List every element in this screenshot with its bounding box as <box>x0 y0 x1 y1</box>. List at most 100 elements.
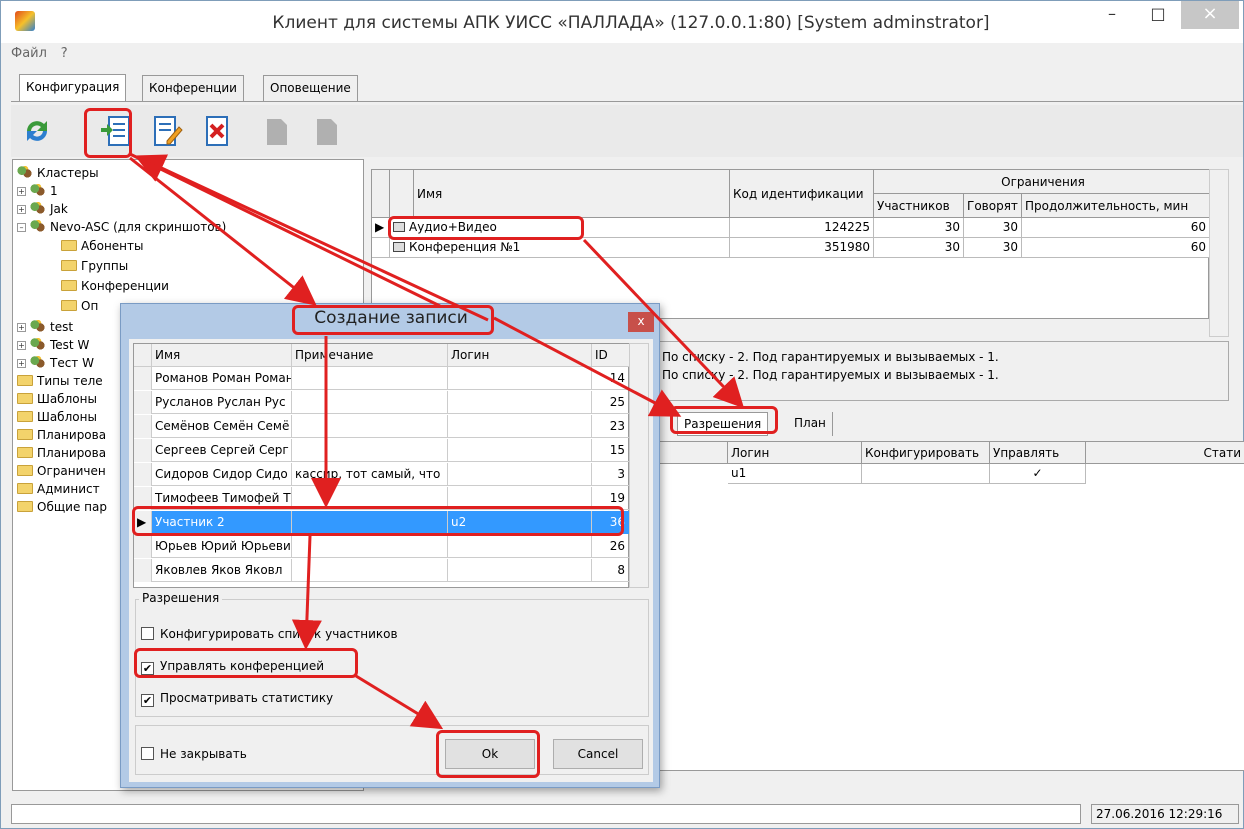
tree-item[interactable]: Планирова <box>17 444 106 462</box>
user-name-cell[interactable]: Яковлев Яков Яковл <box>152 559 292 582</box>
perm-login-cell[interactable]: u1 <box>728 464 862 484</box>
dialog-close-button[interactable]: x <box>628 312 654 332</box>
checkbox-box[interactable] <box>141 627 154 640</box>
user-row[interactable]: Юрьев Юрий Юрьеви 26 <box>134 535 630 558</box>
tree-item[interactable]: Шаблоны <box>17 390 97 408</box>
col-speakers-header[interactable]: Говорят <box>964 194 1022 218</box>
col-stats-header[interactable]: Стати <box>1086 442 1244 464</box>
vertical-scrollbar[interactable] <box>629 343 649 588</box>
expand-icon[interactable]: + <box>17 359 26 368</box>
conf-duration-cell[interactable]: 60 <box>1022 218 1210 238</box>
user-login-cell[interactable] <box>448 367 592 390</box>
col-login-header[interactable]: Логин <box>728 442 862 464</box>
user-row[interactable]: Яковлев Яков Яковл 8 <box>134 559 630 582</box>
conf-participants-cell[interactable]: 30 <box>874 218 964 238</box>
tree-item[interactable]: Общие пар <box>17 498 107 516</box>
user-login-cell[interactable] <box>448 559 592 582</box>
tree-item[interactable]: Шаблоны <box>17 408 97 426</box>
user-name-cell[interactable]: Сергеев Сергей Серг <box>152 439 292 462</box>
user-row[interactable]: Романов Роман Роман 14 <box>134 367 630 390</box>
user-row[interactable]: Сергеев Сергей Серг 15 <box>134 439 630 462</box>
conf-code-cell[interactable]: 124225 <box>730 218 874 238</box>
user-id-cell[interactable]: 3 <box>592 463 630 486</box>
tree-item-clusters[interactable]: Кластеры <box>17 164 99 182</box>
tree-item[interactable]: + Test W <box>17 336 89 354</box>
conf-name-cell[interactable]: Конференция №1 <box>390 238 730 258</box>
col-code-header[interactable]: Код идентификации <box>730 170 874 218</box>
minimize-button[interactable]: – <box>1089 1 1135 29</box>
col-configure-header[interactable]: Конфигурировать <box>862 442 990 464</box>
col-name-header[interactable]: Имя <box>152 344 292 367</box>
conf-code-cell[interactable]: 351980 <box>730 238 874 258</box>
tree-item[interactable]: Типы теле <box>17 372 103 390</box>
perm-manage-cell[interactable]: ✓ <box>990 464 1086 484</box>
tree-item[interactable]: Админист <box>17 480 100 498</box>
user-id-cell[interactable]: 14 <box>592 367 630 390</box>
user-id-cell[interactable]: 23 <box>592 415 630 438</box>
conf-speakers-cell[interactable]: 30 <box>964 238 1022 258</box>
checkbox-keep-open[interactable]: Не закрывать <box>141 747 247 761</box>
user-name-cell[interactable]: Русланов Руслан Рус <box>152 391 292 414</box>
tree-item[interactable]: + Jak <box>17 200 68 218</box>
user-name-cell[interactable]: Юрьев Юрий Юрьеви <box>152 535 292 558</box>
checkbox-box[interactable]: ✔ <box>141 694 154 707</box>
user-name-cell[interactable]: Романов Роман Роман <box>152 367 292 390</box>
col-id-header[interactable]: ID <box>592 344 630 367</box>
menu-file[interactable]: Файл <box>11 46 47 61</box>
col-manage-header[interactable]: Управлять <box>990 442 1086 464</box>
col-participants-header[interactable]: Участников <box>874 194 964 218</box>
tab-plan[interactable]: План <box>788 412 833 436</box>
tab-conferences[interactable]: Конференции <box>142 75 244 101</box>
user-note-cell[interactable] <box>292 415 448 438</box>
expand-icon[interactable]: + <box>17 187 26 196</box>
user-login-cell[interactable] <box>448 463 592 486</box>
user-note-cell[interactable] <box>292 391 448 414</box>
tab-configuration[interactable]: Конфигурация <box>19 74 127 102</box>
tree-item[interactable]: Конференции <box>61 277 169 295</box>
conf-participants-cell[interactable]: 30 <box>874 238 964 258</box>
col-name-header[interactable]: Имя <box>414 170 730 218</box>
menu-help[interactable]: ? <box>61 46 68 61</box>
expand-icon[interactable]: + <box>17 205 26 214</box>
delete-record-button[interactable] <box>199 113 235 149</box>
tab-notification[interactable]: Оповещение <box>263 75 358 101</box>
tree-item[interactable]: – Nevo-ASC (для скриншотов) <box>17 218 226 236</box>
user-row[interactable]: Русланов Руслан Рус 25 <box>134 391 630 414</box>
tree-item[interactable]: Ограничен <box>17 462 106 480</box>
checkbox-box[interactable] <box>141 747 154 760</box>
refresh-button[interactable] <box>19 113 55 149</box>
user-name-cell[interactable]: Сидоров Сидор Сидо <box>152 463 292 486</box>
col-note-header[interactable]: Примечание <box>292 344 448 367</box>
checkbox-configure-participants[interactable]: Конфигурировать список участников <box>141 627 398 641</box>
tree-item[interactable]: Группы <box>61 257 128 275</box>
edit-record-button[interactable] <box>149 113 185 149</box>
user-login-cell[interactable] <box>448 391 592 414</box>
tree-item[interactable]: + test <box>17 318 73 336</box>
vertical-scrollbar[interactable] <box>1209 169 1229 337</box>
tree-item[interactable]: + Тест W <box>17 354 94 372</box>
checkbox-view-statistics[interactable]: ✔ Просматривать статистику <box>141 691 333 707</box>
conf-duration-cell[interactable]: 60 <box>1022 238 1210 258</box>
expand-icon[interactable]: + <box>17 323 26 332</box>
user-row[interactable]: Сидоров Сидор Сидо кассир, тот самый, что… <box>134 463 630 486</box>
perm-configure-cell[interactable] <box>862 464 990 484</box>
conf-speakers-cell[interactable]: 30 <box>964 218 1022 238</box>
collapse-icon[interactable]: – <box>17 223 26 232</box>
user-login-cell[interactable] <box>448 415 592 438</box>
user-note-cell[interactable] <box>292 535 448 558</box>
col-login-header[interactable]: Логин <box>448 344 592 367</box>
user-note-cell[interactable] <box>292 367 448 390</box>
tree-item[interactable]: Абоненты <box>61 237 144 255</box>
disabled-tool-button-2[interactable] <box>309 113 345 149</box>
user-login-cell[interactable] <box>448 535 592 558</box>
col-duration-header[interactable]: Продолжительность, мин <box>1022 194 1210 218</box>
tree-item[interactable]: Оп <box>61 297 98 315</box>
user-id-cell[interactable]: 25 <box>592 391 630 414</box>
user-note-cell[interactable] <box>292 559 448 582</box>
user-row[interactable]: Семёнов Семён Семё 23 <box>134 415 630 438</box>
tree-item[interactable]: Планирова <box>17 426 106 444</box>
close-button[interactable]: × <box>1181 1 1239 29</box>
expand-icon[interactable]: + <box>17 341 26 350</box>
user-login-cell[interactable] <box>448 439 592 462</box>
cancel-button[interactable]: Cancel <box>553 739 643 769</box>
